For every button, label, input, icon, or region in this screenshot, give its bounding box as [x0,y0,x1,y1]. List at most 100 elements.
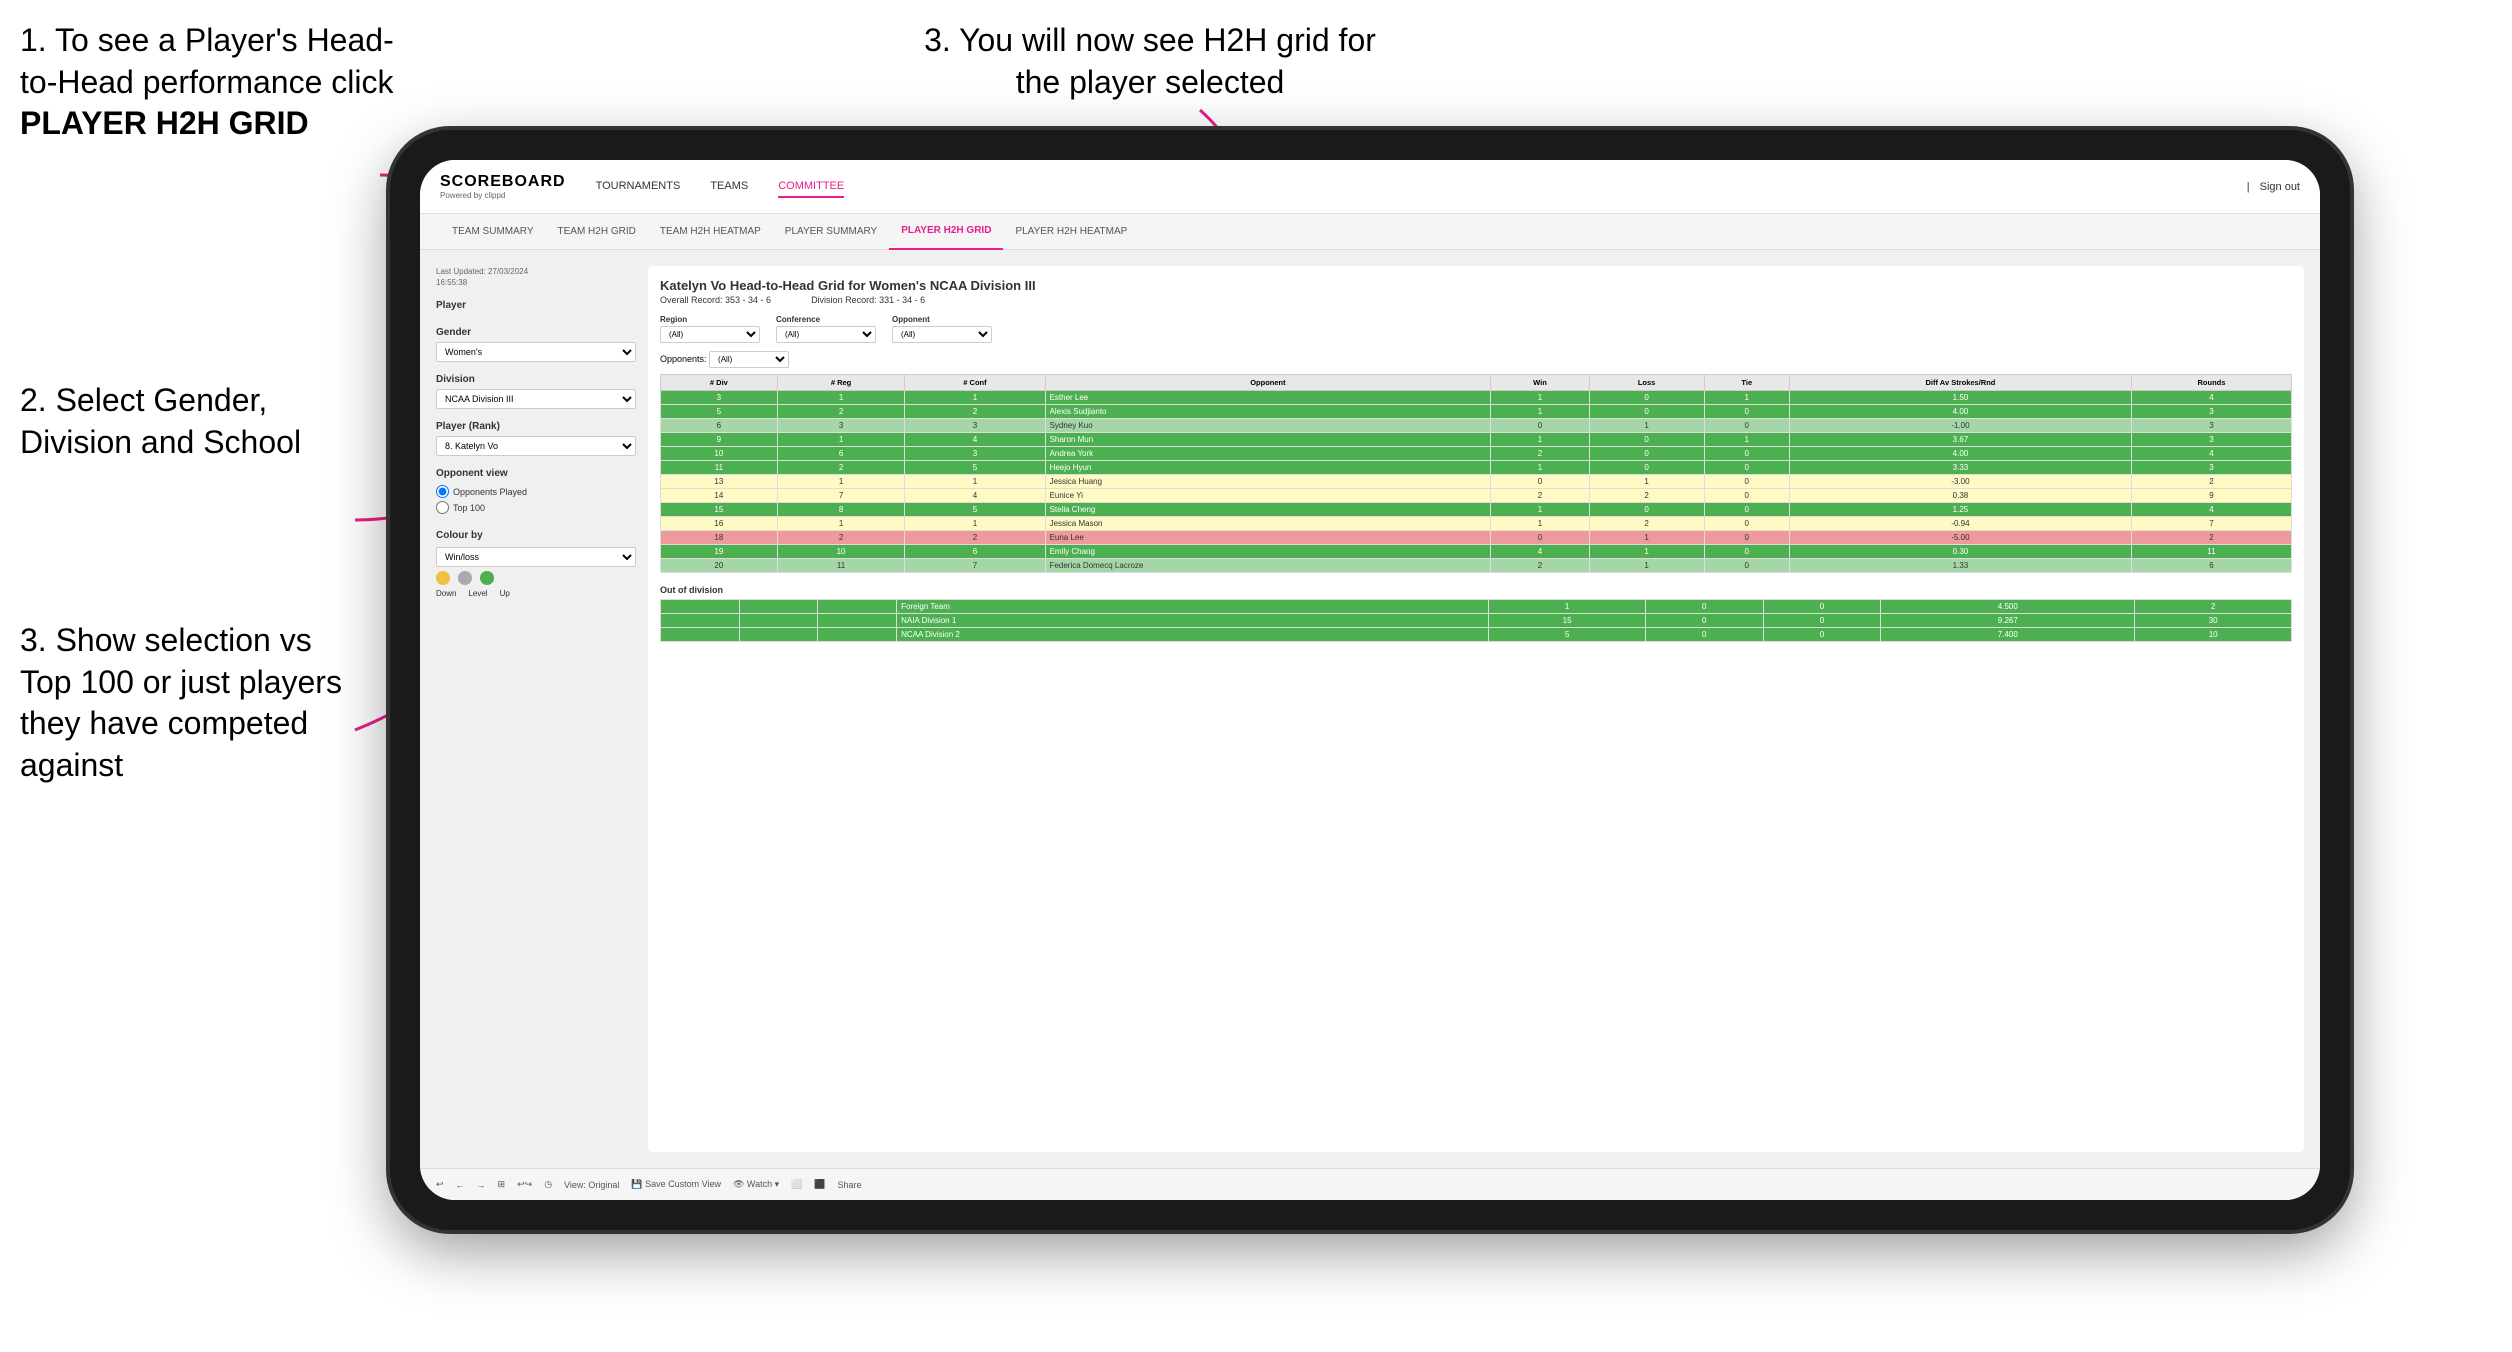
player-rank-select[interactable]: 8. Katelyn Vo [436,436,636,456]
table-cell: 1 [1491,391,1589,405]
table-cell: Federica Domecq Lacroze [1045,559,1491,573]
conference-select[interactable]: (All) [776,326,876,343]
table-row: 1063Andrea York2004.004 [661,447,2292,461]
nav-tournaments[interactable]: TOURNAMENTS [596,176,681,198]
table-cell: 2 [777,461,905,475]
division-section: Division NCAA Division III [436,374,636,409]
table-row: 1125Heejo Hyun1003.333 [661,461,2292,475]
colour-by-select[interactable]: Win/loss [436,547,636,567]
out-of-division-cell: 0 [1645,600,1763,614]
table-cell: 0 [1491,531,1589,545]
filter-section: Region (All) Conference (All) Opponent [660,315,2292,343]
out-of-division-cell [661,628,740,642]
table-row: 20117Federica Domecq Lacroze2101.336 [661,559,2292,573]
table-cell: 20 [661,559,778,573]
table-cell: 6 [2131,559,2291,573]
table-cell: 3.67 [1789,433,2131,447]
col-tie: Tie [1704,375,1789,391]
opponent-select[interactable]: (All) [892,326,992,343]
toolbar-back[interactable]: ← [456,1180,465,1190]
table-cell: 1 [1491,405,1589,419]
subnav-player-h2h-grid[interactable]: PLAYER H2H GRID [889,214,1003,250]
table-body: 311Esther Lee1011.504522Alexis Sudjianto… [661,391,2292,573]
out-of-division-cell [739,614,818,628]
table-row: 1474Eunice Yi2200.389 [661,489,2292,503]
table-cell: 0 [1589,433,1704,447]
table-cell: -3.00 [1789,475,2131,489]
table-cell: 2 [2131,531,2291,545]
table-cell: Sharon Mun [1045,433,1491,447]
grid-records: Overall Record: 353 - 34 - 6 Division Re… [660,295,2292,305]
toolbar-square2[interactable]: ⬛ [814,1179,825,1190]
table-cell: 0 [1704,461,1789,475]
table-cell: -5.00 [1789,531,2131,545]
table-cell: 7 [905,559,1045,573]
toolbar-undo[interactable]: ↩ [436,1179,444,1190]
logo-text: SCOREBOARD [440,173,566,191]
out-of-division-cell [818,614,897,628]
col-div: # Div [661,375,778,391]
table-cell: 8 [777,503,905,517]
region-select[interactable]: (All) [660,326,760,343]
radio-opponents-played[interactable]: Opponents Played [436,485,636,498]
table-cell: 14 [661,489,778,503]
table-cell: 1.33 [1789,559,2131,573]
nav-committee[interactable]: COMMITTEE [778,176,844,198]
out-of-division-cell: 1 [1489,600,1646,614]
toolbar-grid[interactable]: ⊞ [498,1179,506,1190]
out-of-division-cell: 15 [1489,614,1646,628]
table-cell: 2 [905,531,1045,545]
toolbar-forward[interactable]: → [477,1180,486,1190]
sign-out-link[interactable]: Sign out [2260,177,2300,197]
table-cell: 1 [1704,391,1789,405]
opponents-select[interactable]: (All) [709,351,789,368]
toolbar-refresh[interactable]: ↩↪ [517,1179,532,1190]
table-cell: 0 [1704,559,1789,573]
nav-teams[interactable]: TEAMS [710,176,748,198]
table-cell: 1 [1491,433,1589,447]
step1-text: 1. To see a Player's Head-to-Head perfor… [20,22,394,100]
table-cell: 1 [1589,419,1704,433]
gender-select[interactable]: Women's [436,342,636,362]
out-of-division-cell: 0 [1763,600,1881,614]
table-cell: 3.33 [1789,461,2131,475]
sub-nav: TEAM SUMMARY TEAM H2H GRID TEAM H2H HEAT… [420,214,2320,250]
table-cell: 4.00 [1789,447,2131,461]
out-of-division-cell: 9.267 [1881,614,2135,628]
table-cell: 0 [1589,405,1704,419]
table-cell: 4 [2131,391,2291,405]
table-cell: 10 [777,545,905,559]
out-of-division-cell: 5 [1489,628,1646,642]
table-cell: 1 [777,391,905,405]
out-of-division-label: Out of division [660,585,2292,595]
table-cell: 1 [1589,475,1704,489]
division-select[interactable]: NCAA Division III [436,389,636,409]
table-cell: 1 [905,475,1045,489]
subnav-player-h2h-heatmap[interactable]: PLAYER H2H HEATMAP [1003,214,1139,250]
colour-section: Colour by Win/loss Down Level Up [436,530,636,598]
main-content: Last Updated: 27/03/2024 16:55:38 Player… [420,250,2320,1168]
toolbar-watch[interactable]: 👁 Watch ▾ [733,1179,779,1190]
table-cell: 1 [1491,517,1589,531]
subnav-team-h2h-heatmap[interactable]: TEAM H2H HEATMAP [648,214,773,250]
subnav-team-summary[interactable]: TEAM SUMMARY [440,214,546,250]
table-cell: 7 [2131,517,2291,531]
table-cell: 0 [1704,489,1789,503]
table-cell: 1 [1589,531,1704,545]
subnav-team-h2h-grid[interactable]: TEAM H2H GRID [546,214,648,250]
toolbar-clock[interactable]: ◷ [544,1179,552,1190]
col-rounds: Rounds [2131,375,2291,391]
toolbar-share[interactable]: Share [838,1180,862,1190]
table-cell: 2 [1589,517,1704,531]
toolbar-save-custom[interactable]: 💾 Save Custom View [631,1179,721,1190]
radio-top100[interactable]: Top 100 [436,501,636,514]
table-cell: 1 [1704,433,1789,447]
bottom-toolbar: ↩ ← → ⊞ ↩↪ ◷ View: Original 💾 Save Custo… [420,1168,2320,1200]
out-of-division-cell: NCAA Division 2 [897,628,1489,642]
table-cell: 2 [2131,475,2291,489]
grid-title: Katelyn Vo Head-to-Head Grid for Women's… [660,278,2292,293]
toolbar-view-original[interactable]: View: Original [564,1180,619,1190]
gender-label: Gender [436,327,636,338]
subnav-player-summary[interactable]: PLAYER SUMMARY [773,214,889,250]
toolbar-square1[interactable]: ⬜ [791,1179,802,1190]
